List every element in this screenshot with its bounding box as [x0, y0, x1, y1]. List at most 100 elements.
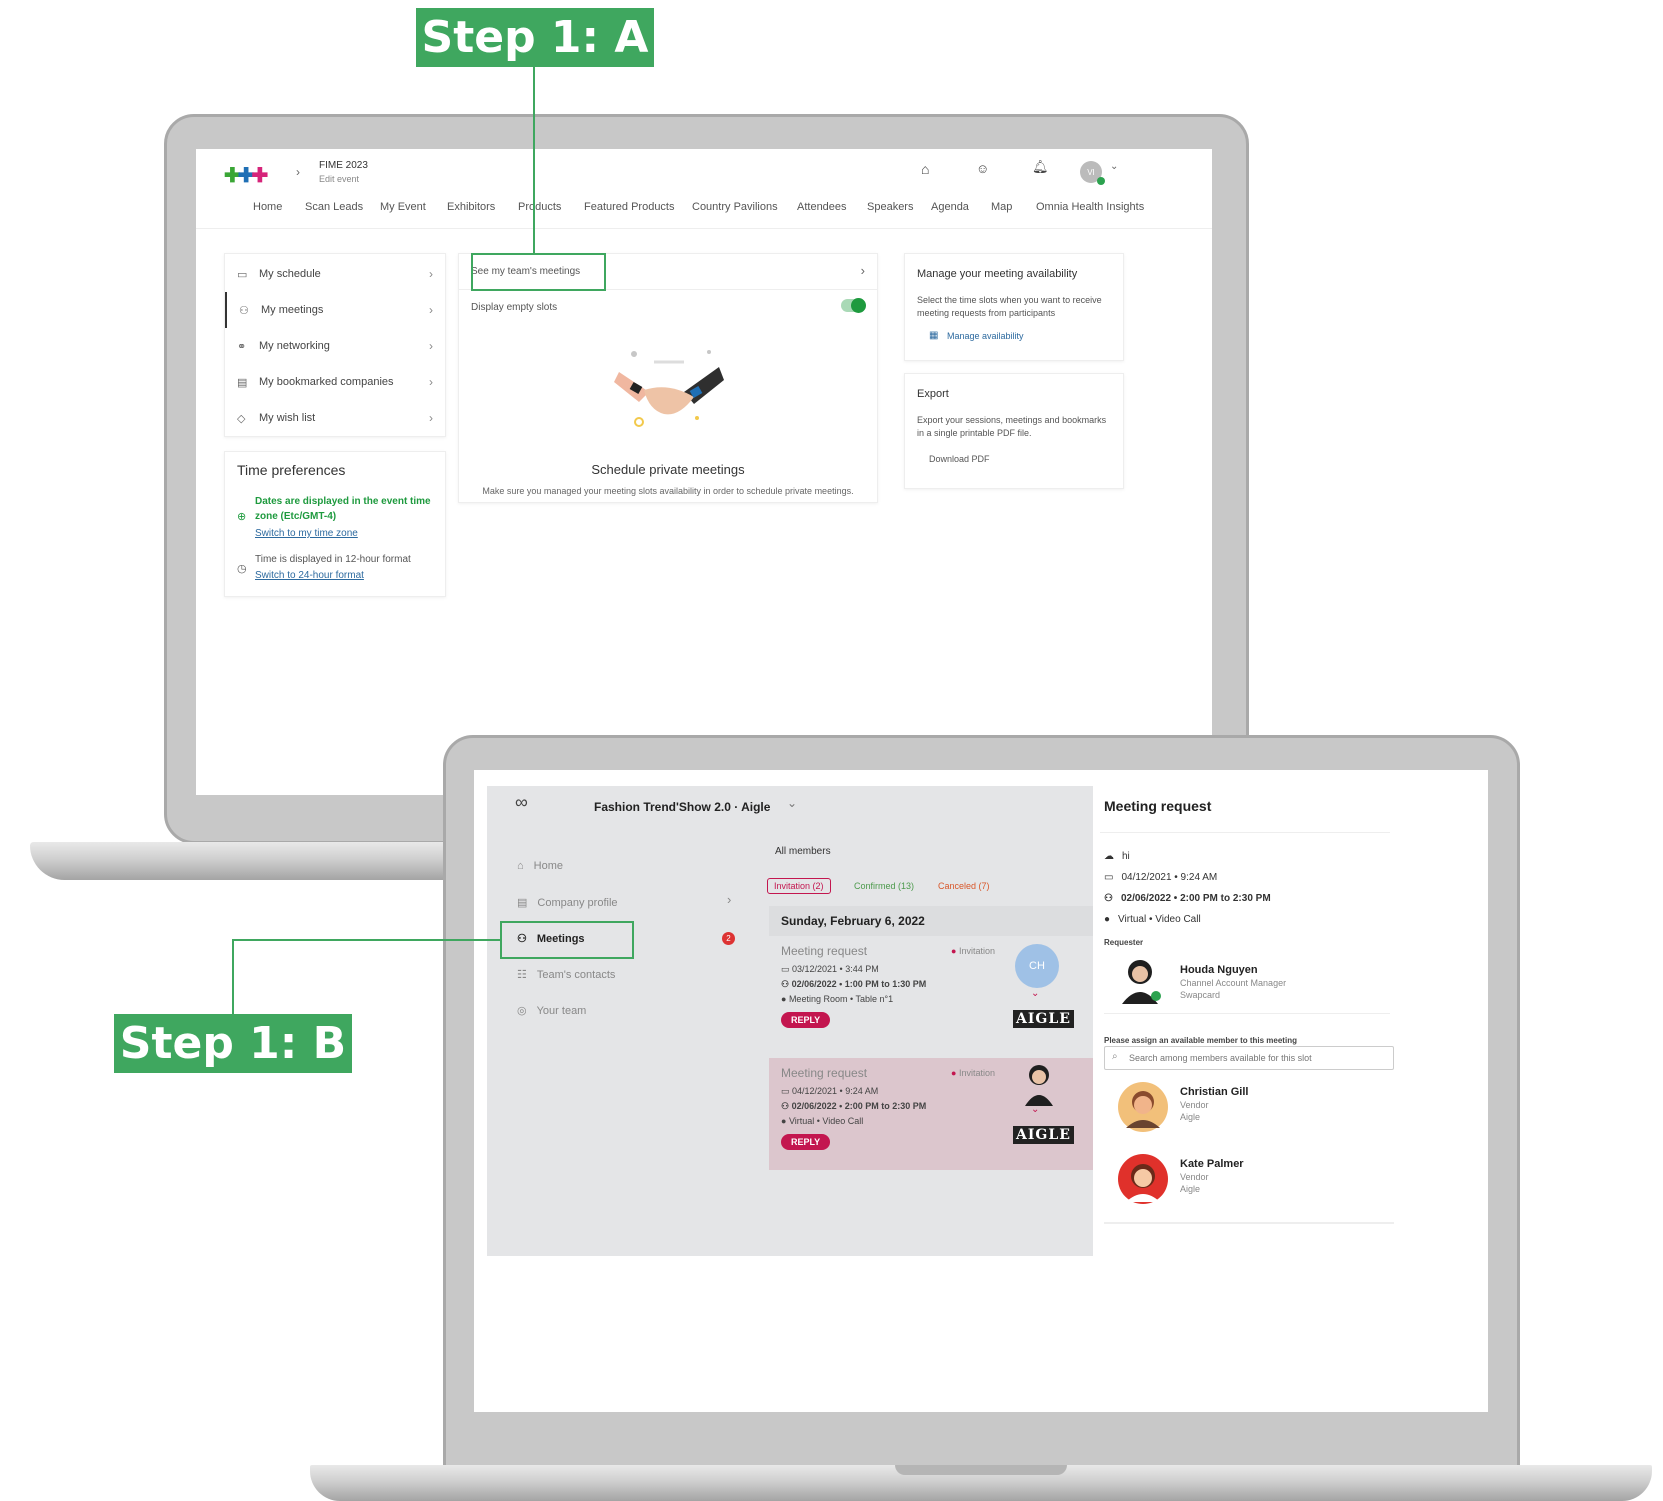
status-label: Invitation	[958, 1068, 995, 1078]
display-empty-slots-label: Display empty slots	[471, 302, 558, 313]
empty-slots-toggle[interactable]	[841, 298, 866, 313]
member-search-field[interactable]: ⌕	[1104, 1046, 1394, 1070]
availability-description: Select the time slots when you want to r…	[917, 295, 1102, 318]
meeting-time-icon: ⚇	[781, 979, 792, 989]
meeting-card[interactable]: Meeting request ● Invitation ▭ 04/12/202…	[769, 1058, 1093, 1170]
nav-home[interactable]: Home	[253, 201, 282, 213]
filter-invitation[interactable]: Invitation (2)	[767, 878, 831, 894]
member-list: Christian Gill Vendor Aigle Kate Palmer …	[1104, 1074, 1394, 1224]
request-time: 02/06/2022 • 2:00 PM to 2:30 PM	[1120, 893, 1271, 904]
bell-icon[interactable]: 🔔︎	[1032, 159, 1049, 175]
request-location: Virtual • Video Call	[1118, 914, 1201, 925]
sidebar-item-company-profile[interactable]: ▤ Company profile	[517, 896, 618, 910]
nav-attendees[interactable]: Attendees	[797, 201, 847, 213]
meeting-request-panel: Meeting request ☁ hi ▭ 04/12/2021 • 9:24 A…	[1100, 786, 1394, 1256]
meeting-status: ● Invitation	[951, 1068, 995, 1078]
chevron-right-icon: ›	[429, 303, 433, 317]
step-b-connector	[232, 939, 500, 941]
export-description: Export your sessions, meetings and bookm…	[917, 415, 1107, 438]
event-title[interactable]: Fashion Trend'Show 2.0 · Aigle	[594, 800, 770, 814]
chevron-right-icon: ›	[429, 267, 433, 281]
nav-products[interactable]: Products	[518, 201, 561, 213]
nav-my-event[interactable]: My Event	[380, 201, 426, 213]
nav-scan-leads[interactable]: Scan Leads	[305, 201, 363, 213]
menu-label: My networking	[259, 340, 330, 352]
chat-icon: ☁	[1104, 851, 1114, 862]
menu-my-schedule[interactable]: ▭ My schedule ›	[225, 256, 445, 292]
member-search-input[interactable]	[1129, 1050, 1384, 1066]
chevron-right-icon: ›	[727, 892, 732, 907]
company-icon: ▤	[517, 897, 528, 909]
member-company: Aigle	[1180, 1112, 1201, 1122]
reply-button[interactable]: REPLY	[781, 1012, 831, 1028]
requester-card[interactable]: Houda Nguyen Channel Account Manager Swa…	[1104, 950, 1390, 1014]
nav-country-pavilions[interactable]: Country Pavilions	[692, 201, 778, 213]
sidebar-label: Company profile	[537, 896, 618, 909]
menu-label: My meetings	[261, 304, 324, 316]
edit-event-link[interactable]: Edit event	[319, 174, 359, 184]
breadcrumb-chevron-icon: ›	[296, 165, 300, 179]
switch-timezone-link[interactable]: Switch to my time zone	[255, 528, 358, 539]
step-a-connector	[533, 66, 535, 254]
chevron-down-icon[interactable]: ⌄	[1110, 161, 1118, 172]
sidebar-item-home[interactable]: ⌂ Home	[517, 860, 563, 872]
meeting-time: 02/06/2022 • 2:00 PM to 2:30 PM	[791, 1101, 927, 1111]
event-title[interactable]: FIME 2023	[319, 160, 368, 171]
member-item[interactable]: Christian Gill Vendor Aigle	[1104, 1074, 1394, 1142]
sidebar-item-teams-contacts[interactable]: ☷ Team's contacts	[517, 968, 616, 982]
nav-map[interactable]: Map	[991, 201, 1012, 213]
member-item[interactable]: Kate Palmer Vendor Aigle	[1104, 1146, 1394, 1214]
nav-speakers[interactable]: Speakers	[867, 201, 913, 213]
member-avatar	[1118, 1154, 1168, 1204]
nav-featured-products[interactable]: Featured Products	[584, 201, 675, 213]
reply-button[interactable]: REPLY	[781, 1134, 831, 1150]
chat-icon[interactable]: ☺	[976, 161, 989, 176]
sidebar-label: Your team	[536, 1004, 587, 1017]
nav-omnia-health-insights[interactable]: Omnia Health Insights	[1036, 201, 1144, 213]
requester-name: Houda Nguyen	[1180, 964, 1258, 976]
member-avatar	[1118, 1082, 1168, 1132]
download-pdf-link[interactable]: Download PDF	[929, 454, 990, 464]
nav-exhibitors[interactable]: Exhibitors	[447, 201, 495, 213]
team-icon: ◎	[517, 1005, 527, 1017]
nav-agenda[interactable]: Agenda	[931, 201, 969, 213]
menu-my-wish-list[interactable]: ◇ My wish list ›	[225, 400, 445, 436]
time-format-text: Time is displayed in 12-hour format	[255, 554, 411, 565]
handshake-illustration	[614, 350, 724, 427]
sidebar-label: Home	[533, 860, 563, 872]
chevron-down-icon: ⌄	[1031, 1104, 1040, 1115]
location-pin-icon: ●	[1104, 914, 1111, 925]
laptop-back-screen: ✚✚✚ › FIME 2023 Edit event ⌂ ☺ 🔔︎ VI ⌄ H…	[196, 149, 1212, 795]
availability-card: Manage your meeting availability Select …	[904, 253, 1124, 361]
timezone-text: Dates are displayed in the event time zo…	[255, 496, 431, 522]
meeting-card[interactable]: Meeting request ● Invitation ▭ 03/12/202…	[769, 936, 1093, 1056]
time-preferences-title: Time preferences	[237, 462, 346, 478]
filter-confirmed[interactable]: Confirmed (13)	[847, 878, 921, 894]
menu-label: My bookmarked companies	[259, 376, 394, 388]
manage-availability-link[interactable]: Manage availability	[947, 331, 1024, 341]
requester-role: Channel Account Manager	[1180, 978, 1287, 988]
export-card: Export Export your sessions, meetings an…	[904, 373, 1124, 489]
menu-my-meetings[interactable]: ⚇ My meetings ›	[225, 292, 445, 328]
infinity-logo-icon: ∞	[515, 792, 528, 812]
sidebar-label: Team's contacts	[536, 968, 616, 981]
home-icon[interactable]: ⌂	[921, 161, 929, 177]
menu-my-networking[interactable]: ⚭ My networking ›	[225, 328, 445, 364]
home-icon: ⌂	[517, 860, 524, 872]
all-members-label[interactable]: All members	[775, 846, 831, 857]
availability-title: Manage your meeting availability	[917, 268, 1078, 280]
location-pin-icon: ●	[781, 994, 789, 1004]
calendar-icon: ▭	[1104, 872, 1114, 883]
switch-format-link[interactable]: Switch to 24-hour format	[255, 570, 364, 581]
requester-company: Swapcard	[1180, 990, 1221, 1000]
top-bar: ✚✚✚ › FIME 2023 Edit event ⌂ ☺ 🔔︎ VI ⌄ H…	[196, 149, 1212, 229]
chevron-down-icon[interactable]: ⌄	[787, 796, 797, 810]
building-icon: ▤	[237, 376, 248, 389]
menu-my-bookmarked-companies[interactable]: ▤ My bookmarked companies ›	[225, 364, 445, 400]
filter-canceled[interactable]: Canceled (7)	[931, 878, 997, 894]
online-dot	[1097, 177, 1105, 185]
menu-label: My wish list	[259, 412, 316, 424]
laptop-front-screen: ∞ Fashion Trend'Show 2.0 · Aigle ⌄ ⌂ Home…	[474, 770, 1488, 1412]
sidebar-item-your-team[interactable]: ◎ Your team	[517, 1004, 587, 1018]
meetings-icon: ⚇	[239, 304, 249, 317]
